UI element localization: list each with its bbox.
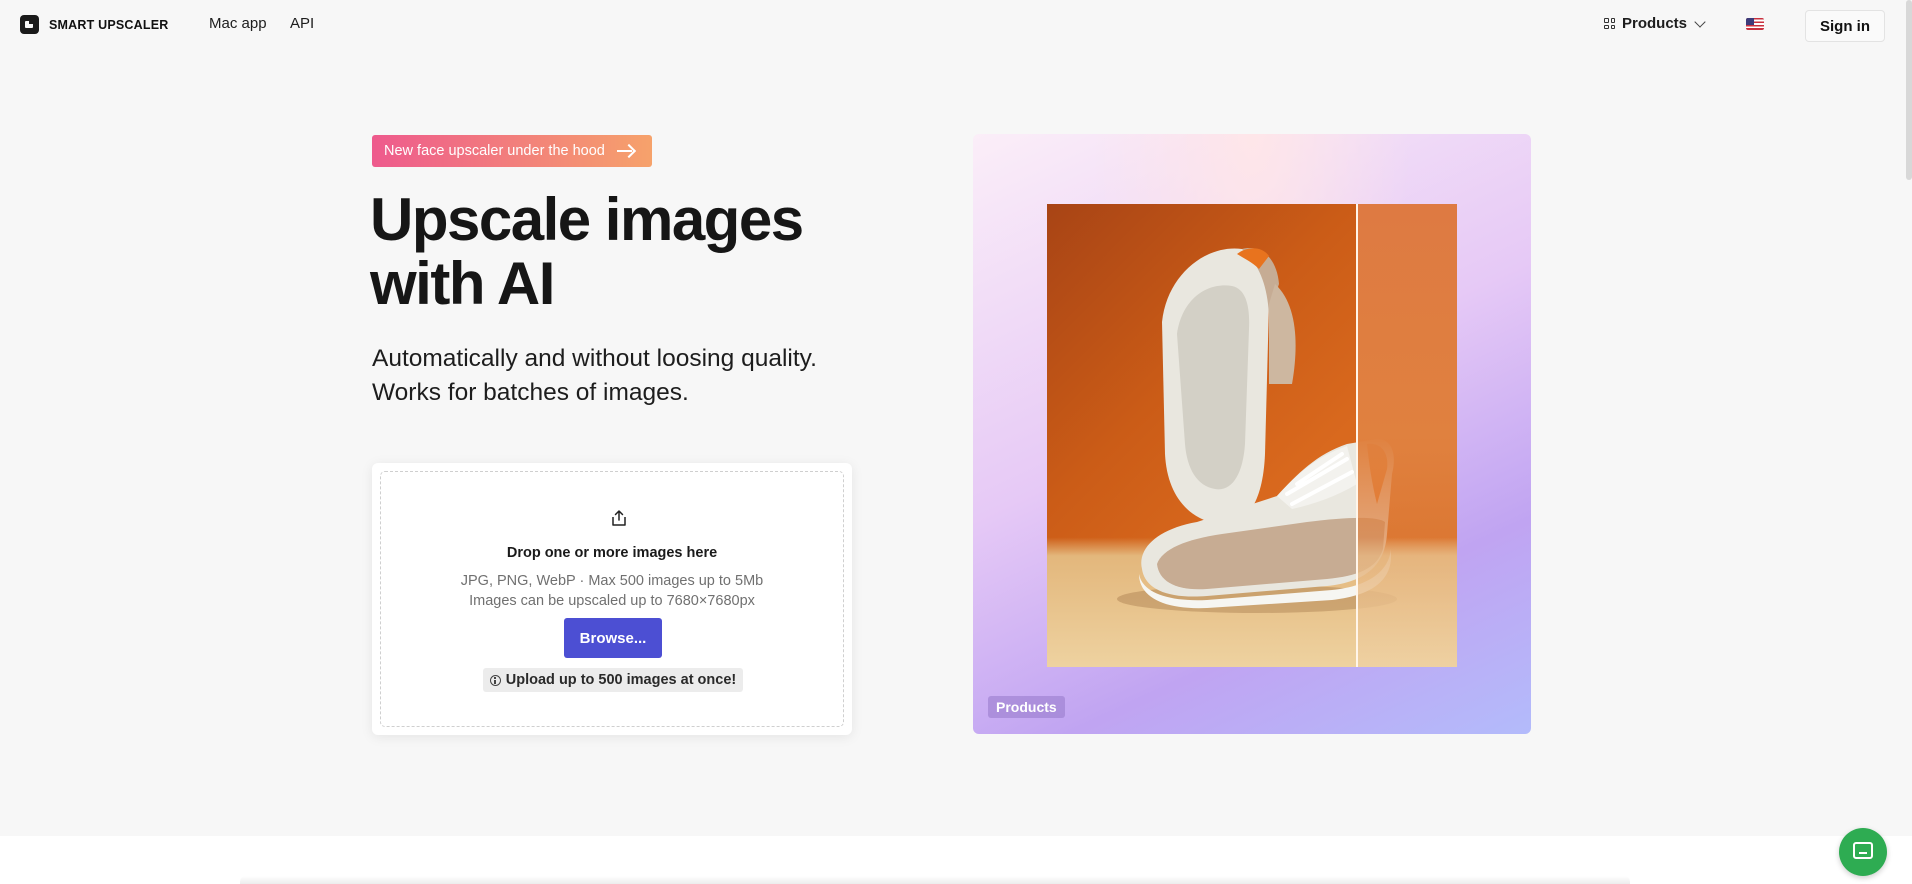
comparison-slider-handle[interactable] (1356, 204, 1358, 667)
image-dropzone[interactable]: Drop one or more images here JPG, PNG, W… (380, 471, 844, 727)
scrollbar[interactable] (1906, 0, 1912, 180)
promo-label: New face upscaler under the hood (384, 143, 605, 159)
upload-tip-text: Upload up to 500 images at once! (505, 672, 737, 688)
page-title: Upscale images with AI (370, 186, 804, 317)
upload-card: Drop one or more images here JPG, PNG, W… (372, 463, 852, 735)
grid-icon (1604, 18, 1615, 29)
dropzone-size-note: Images can be upscaled up to 7680×7680px (469, 593, 755, 609)
page-subtitle: Automatically and without loosing qualit… (372, 342, 817, 410)
top-navbar: SMART UPSCALER Mac app API Products Sign… (0, 0, 1912, 50)
page-title-line2: with AI (370, 250, 555, 317)
nav-link-mac-app[interactable]: Mac app (209, 15, 267, 32)
dropzone-format-note: JPG, PNG, WebP · Max 500 images up to 5M… (460, 573, 764, 589)
upload-icon (612, 510, 626, 526)
logo-text: SMART UPSCALER (49, 17, 169, 32)
chat-button[interactable] (1839, 828, 1887, 876)
dropzone-title: Drop one or more images here (506, 545, 718, 561)
chevron-down-icon (1694, 15, 1706, 28)
sign-in-button[interactable]: Sign in (1805, 10, 1885, 42)
products-menu-label: Products (1622, 15, 1688, 32)
next-section-card (240, 876, 1630, 884)
us-flag-icon[interactable] (1746, 18, 1764, 30)
page-title-line1: Upscale images (370, 186, 804, 253)
logo[interactable]: SMART UPSCALER (20, 15, 168, 34)
chat-icon (1853, 842, 1873, 859)
category-tag[interactable]: Products (988, 696, 1065, 718)
upscaled-half (1357, 204, 1457, 667)
arrow-right-icon (615, 144, 635, 158)
upload-tip: Upload up to 500 images at once! (483, 668, 743, 692)
browse-button[interactable]: Browse... (564, 618, 662, 658)
nav-link-api[interactable]: API (290, 15, 314, 32)
page-subtitle-line1: Automatically and without loosing qualit… (372, 345, 817, 372)
before-after-image[interactable] (1047, 204, 1457, 667)
products-menu[interactable]: Products (1604, 15, 1706, 32)
promo-badge[interactable]: New face upscaler under the hood (372, 135, 652, 167)
info-icon (489, 674, 501, 686)
page-subtitle-line2: Works for batches of images. (372, 379, 689, 406)
logo-icon (20, 15, 39, 34)
showcase-panel: Products (973, 134, 1531, 734)
